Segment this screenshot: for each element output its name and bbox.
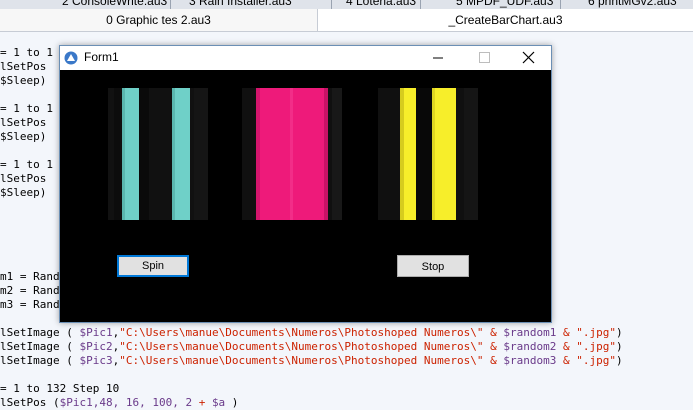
code-line: lSetPos ($Pic1,48, 16, 100, 2 + $a ) [0, 396, 239, 409]
pic2-image [242, 88, 342, 220]
pic3-image [378, 88, 478, 220]
stop-button[interactable]: Stop [397, 255, 469, 277]
maximize-button[interactable] [461, 46, 507, 70]
tab-separator [331, 0, 332, 9]
code-line: lSetPos [0, 60, 47, 73]
code-line: m1 = Rand [0, 270, 60, 283]
title-bar[interactable]: Form1 [60, 46, 551, 70]
code-line: = 1 to 132 Step 10 [0, 382, 120, 395]
tab-loteria[interactable]: 4 Loteria.au3 [346, 0, 416, 8]
form1-window[interactable]: Form1 Spin Stop [59, 45, 552, 323]
tab-printmgv2[interactable]: 6 printMGv2.au3 [588, 0, 677, 8]
code-line: $Sleep) [0, 130, 47, 143]
tab-consolewrite[interactable]: 2 ConsoleWrite.au3 [62, 0, 167, 8]
minimize-button[interactable] [415, 46, 461, 70]
code-line: lSetPos [0, 172, 47, 185]
code-line: lSetImage ( $Pic1,"C:\Users\manue\Docume… [0, 326, 623, 339]
autoit-app-icon [64, 51, 78, 65]
code-line: lSetPos [0, 116, 47, 129]
code-line: = 1 to 1 [0, 46, 53, 59]
minimize-icon [433, 57, 443, 59]
tab-rain-installer[interactable]: 3 Rain Installer.au3 [189, 0, 292, 8]
file-tab-strip: 0 Graphic tes 2.au3 _CreateBarChart.au3 [0, 9, 693, 32]
close-button[interactable] [506, 46, 552, 70]
spin-button[interactable]: Spin [117, 255, 189, 277]
code-line: lSetImage ( $Pic2,"C:\Users\manue\Docume… [0, 340, 623, 353]
code-line: = 1 to 1 [0, 158, 53, 171]
code-line: m2 = Rand [0, 284, 60, 297]
pic1-image [108, 88, 208, 220]
close-icon [522, 51, 535, 64]
code-line: m3 = Rand [0, 298, 60, 311]
tab-separator [420, 0, 421, 9]
window-title: Form1 [84, 50, 119, 64]
tab-separator [170, 0, 171, 9]
code-line: lSetImage ( $Pic3,"C:\Users\manue\Docume… [0, 354, 623, 367]
maximize-icon [479, 52, 490, 63]
tab-separator [560, 0, 561, 9]
tab-mpdf-udf[interactable]: 5 MPDF_UDF.au3 [456, 0, 553, 8]
code-line: = 1 to 1 [0, 102, 53, 115]
tab-createbarchart[interactable]: _CreateBarChart.au3 [318, 9, 693, 31]
tab-graphic-tes-2[interactable]: 0 Graphic tes 2.au3 [0, 9, 317, 31]
code-line: $Sleep) [0, 186, 47, 199]
form-client-area: Spin Stop [60, 70, 551, 322]
code-line: $Sleep) [0, 74, 47, 87]
